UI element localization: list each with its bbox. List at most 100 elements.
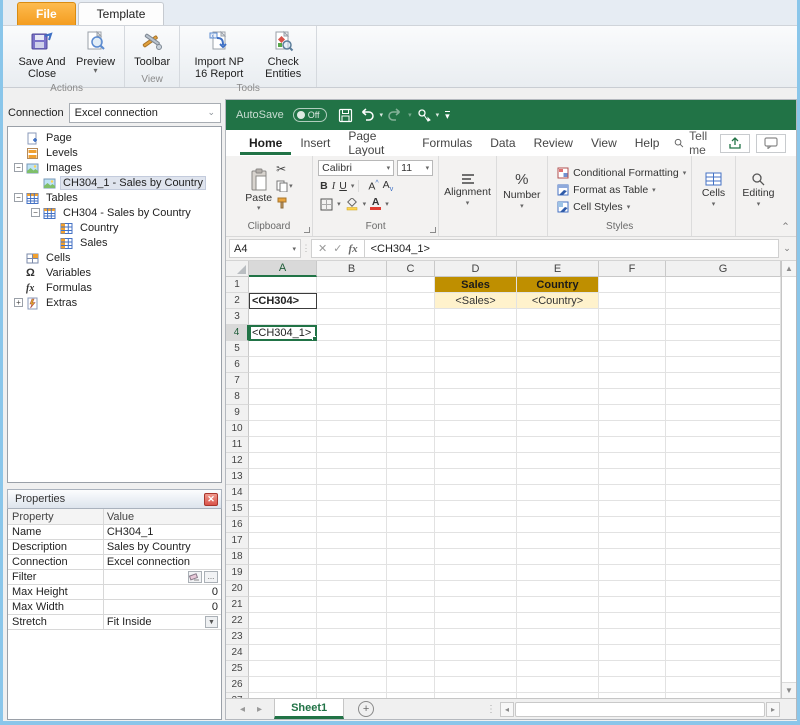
cell-E8[interactable] [517, 389, 599, 405]
property-value[interactable]: Fit Inside▼ [104, 615, 221, 629]
cell-G13[interactable] [666, 469, 781, 485]
import-np16-report-button[interactable]: x Import NP 16 Report [186, 28, 252, 82]
cell-B1[interactable] [317, 277, 387, 293]
save-and-close-button[interactable]: Save And Close [15, 28, 69, 82]
cell-A10[interactable] [249, 421, 317, 437]
cell-A2[interactable]: <CH304> [249, 293, 317, 309]
cell-B10[interactable] [317, 421, 387, 437]
undo-icon[interactable] [357, 107, 377, 123]
cell-A8[interactable] [249, 389, 317, 405]
cell-G21[interactable] [666, 597, 781, 613]
cell-A25[interactable] [249, 661, 317, 677]
cell-D10[interactable] [435, 421, 517, 437]
prev-sheet-icon[interactable]: ◂ [240, 704, 245, 715]
cell-F17[interactable] [599, 533, 666, 549]
cell-D8[interactable] [435, 389, 517, 405]
cell-C23[interactable] [387, 629, 435, 645]
excel-tab-home[interactable]: Home [240, 131, 291, 155]
cell-A7[interactable] [249, 373, 317, 389]
cell-E1[interactable]: Country [517, 277, 599, 293]
preview-button[interactable]: Preview ▾ [73, 28, 118, 76]
cell-A9[interactable] [249, 405, 317, 421]
cell-D5[interactable] [435, 341, 517, 357]
cell-C12[interactable] [387, 453, 435, 469]
tab-template[interactable]: Template [78, 2, 165, 25]
cell-G20[interactable] [666, 581, 781, 597]
cell-C18[interactable] [387, 549, 435, 565]
cell-G12[interactable] [666, 453, 781, 469]
cell-D6[interactable] [435, 357, 517, 373]
cell-C3[interactable] [387, 309, 435, 325]
cell-E2[interactable]: <Country> [517, 293, 599, 309]
cell-D20[interactable] [435, 581, 517, 597]
cell-C2[interactable] [387, 293, 435, 309]
cell-E24[interactable] [517, 645, 599, 661]
cell-F18[interactable] [599, 549, 666, 565]
eraser-icon[interactable] [188, 571, 202, 583]
horizontal-scrollbar[interactable]: ◂ ▸ [500, 699, 780, 719]
cell-F26[interactable] [599, 677, 666, 693]
cell-E4[interactable] [517, 325, 599, 341]
cell-E21[interactable] [517, 597, 599, 613]
cell-G2[interactable] [666, 293, 781, 309]
row-header-20[interactable]: 20 [226, 581, 249, 597]
cell-C21[interactable] [387, 597, 435, 613]
cell-C13[interactable] [387, 469, 435, 485]
col-header-E[interactable]: E [517, 261, 599, 277]
cell-F5[interactable] [599, 341, 666, 357]
cell-B12[interactable] [317, 453, 387, 469]
grow-font-button[interactable]: A^ [368, 180, 378, 193]
cell-A19[interactable] [249, 565, 317, 581]
cell-C14[interactable] [387, 485, 435, 501]
cell-E16[interactable] [517, 517, 599, 533]
cell-B6[interactable] [317, 357, 387, 373]
cell-F8[interactable] [599, 389, 666, 405]
cell-D21[interactable] [435, 597, 517, 613]
cell-B2[interactable] [317, 293, 387, 309]
cell-G19[interactable] [666, 565, 781, 581]
cell-G26[interactable] [666, 677, 781, 693]
autosave-toggle[interactable]: Off [293, 108, 327, 122]
cell-E25[interactable] [517, 661, 599, 677]
cell-C5[interactable] [387, 341, 435, 357]
font-launcher-icon[interactable] [430, 227, 436, 233]
tree-item-images[interactable]: −Images [8, 160, 221, 175]
scroll-up-icon[interactable]: ▲ [782, 261, 796, 277]
row-header-4[interactable]: 4 [226, 325, 249, 341]
cell-E17[interactable] [517, 533, 599, 549]
cell-C19[interactable] [387, 565, 435, 581]
sheet-tab-sheet1[interactable]: Sheet1 [274, 699, 344, 719]
font-size-select[interactable]: 11▾ [397, 160, 433, 176]
tree-item-country[interactable]: Country [8, 220, 221, 235]
row-header-24[interactable]: 24 [226, 645, 249, 661]
scroll-left-icon[interactable]: ◂ [500, 702, 514, 717]
cell-G16[interactable] [666, 517, 781, 533]
cell-E23[interactable] [517, 629, 599, 645]
cell-A5[interactable] [249, 341, 317, 357]
cell-A23[interactable] [249, 629, 317, 645]
cell-G6[interactable] [666, 357, 781, 373]
cell-C15[interactable] [387, 501, 435, 517]
cell-D12[interactable] [435, 453, 517, 469]
cell-D2[interactable]: <Sales> [435, 293, 517, 309]
cell-A26[interactable] [249, 677, 317, 693]
toolbar-button[interactable]: Toolbar [131, 28, 173, 70]
expand-formula-bar-icon[interactable]: ⌄ [779, 243, 795, 254]
cell-D26[interactable] [435, 677, 517, 693]
row-header-7[interactable]: 7 [226, 373, 249, 389]
cell-F11[interactable] [599, 437, 666, 453]
cell-F16[interactable] [599, 517, 666, 533]
col-header-G[interactable]: G [666, 261, 781, 277]
italic-button[interactable]: I [332, 181, 336, 192]
row-header-19[interactable]: 19 [226, 565, 249, 581]
cell-D25[interactable] [435, 661, 517, 677]
connection-dropdown[interactable]: Excel connection ⌄ [69, 103, 221, 123]
tree-item-ch304-1-sales-by-country[interactable]: CH304_1 - Sales by Country [8, 175, 221, 190]
name-box-dropdown-arrow[interactable]: ▾ [292, 245, 296, 253]
cell-A14[interactable] [249, 485, 317, 501]
excel-tab-data[interactable]: Data [481, 131, 524, 155]
cell-B22[interactable] [317, 613, 387, 629]
select-all-corner[interactable] [226, 261, 249, 277]
cell-E15[interactable] [517, 501, 599, 517]
cell-E19[interactable] [517, 565, 599, 581]
